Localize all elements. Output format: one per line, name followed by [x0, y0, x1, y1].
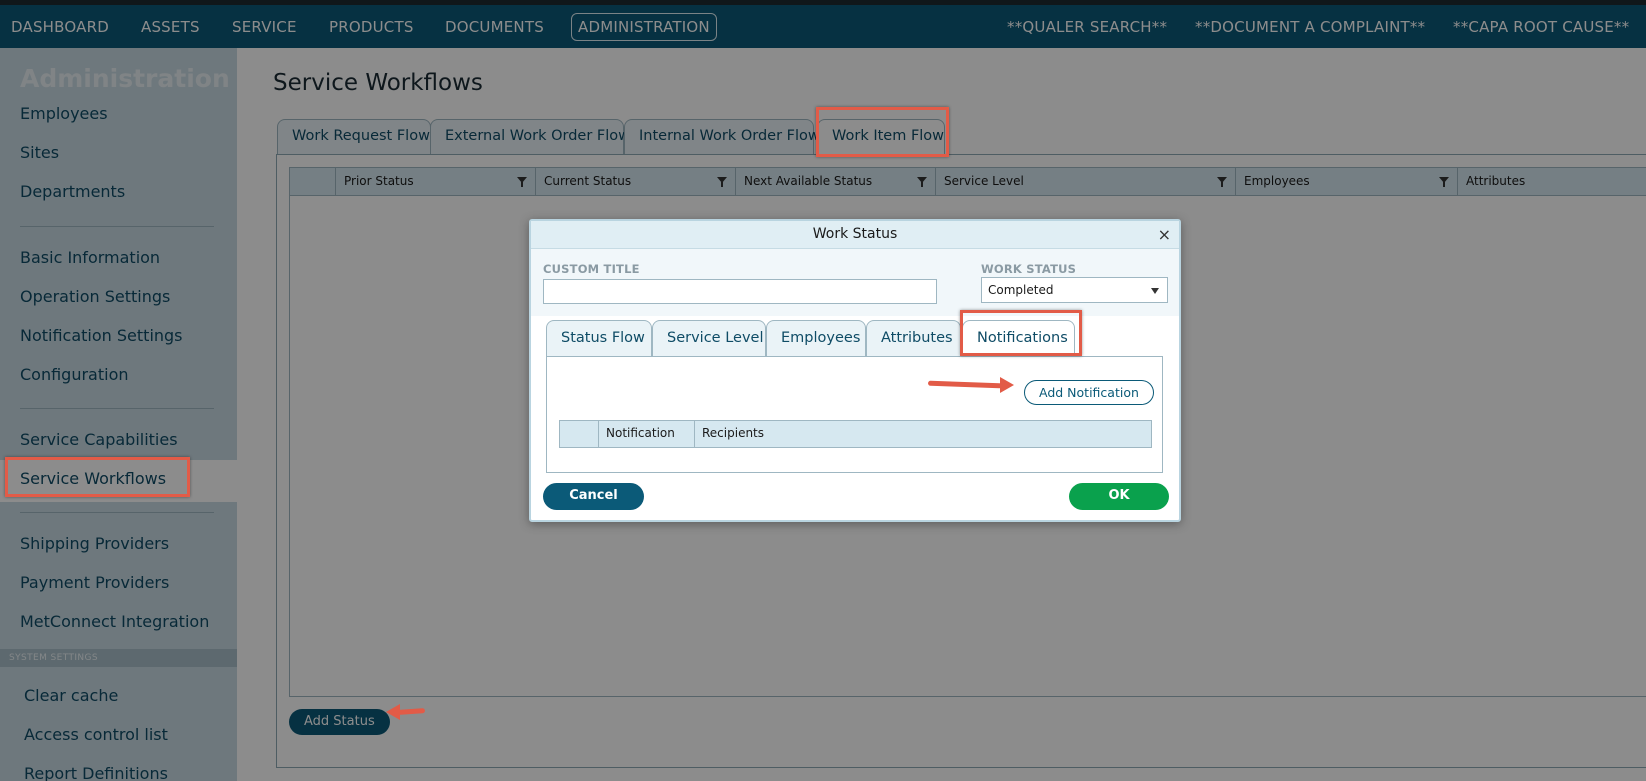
cancel-button[interactable]: Cancel [543, 483, 644, 510]
dialog-header: Work Status × [531, 221, 1179, 249]
column-notification[interactable]: Notification [598, 421, 694, 447]
annotation-highlight-notifications-tab [960, 310, 1082, 356]
work-status-value: Completed [988, 283, 1054, 297]
close-icon[interactable]: × [1158, 225, 1171, 244]
notifications-tab-body: Add Notification Notification Recipients [546, 356, 1163, 473]
tab-employees[interactable]: Employees [766, 320, 866, 357]
work-status-select[interactable]: Completed [981, 277, 1168, 303]
dialog-title: Work Status [812, 226, 898, 242]
annotation-arrow-head [386, 704, 400, 720]
tab-service-level[interactable]: Service Level [652, 320, 766, 357]
chevron-down-icon [1151, 288, 1159, 294]
annotation-arrow-head [1000, 377, 1014, 393]
notifications-grid-header: Notification Recipients [559, 420, 1152, 448]
ok-button[interactable]: OK [1069, 483, 1169, 510]
work-status-label: WORK STATUS [981, 262, 1077, 276]
custom-title-label: CUSTOM TITLE [543, 262, 640, 276]
column-recipients[interactable]: Recipients [694, 421, 1153, 447]
tab-attributes[interactable]: Attributes [866, 320, 961, 357]
work-status-dialog: Work Status × CUSTOM TITLE WORK STATUS C… [529, 219, 1181, 522]
custom-title-input[interactable] [543, 279, 937, 304]
tab-status-flow[interactable]: Status Flow [546, 320, 652, 357]
annotation-highlight-work-item-flow [816, 107, 949, 157]
annotation-highlight-service-workflows [5, 457, 190, 497]
add-notification-button[interactable]: Add Notification [1024, 380, 1154, 405]
